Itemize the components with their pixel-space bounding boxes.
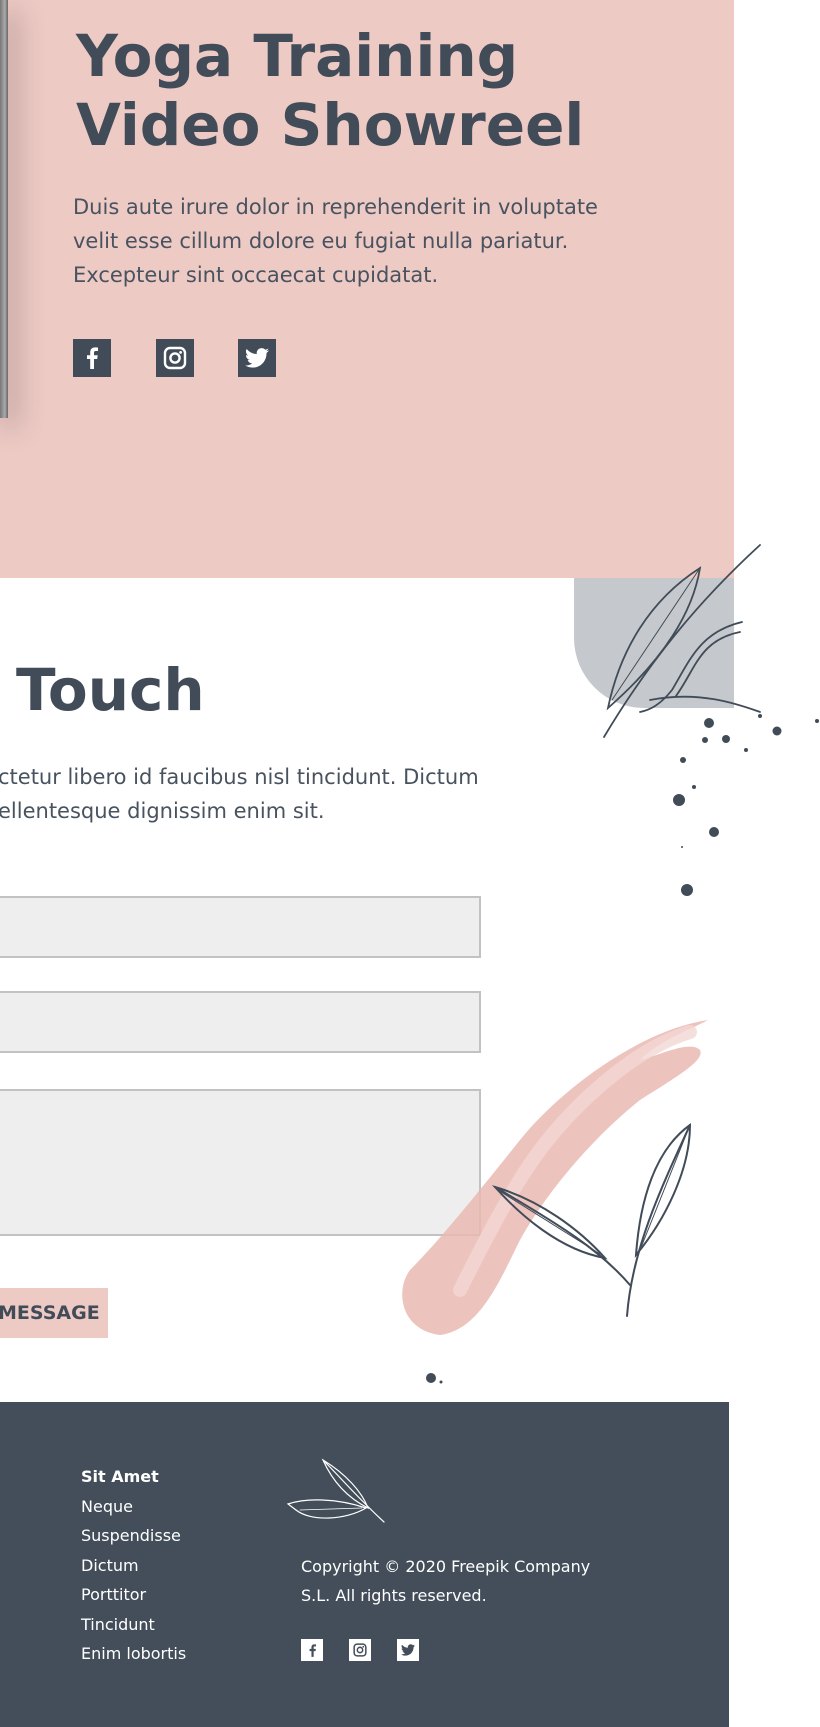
facebook-icon (309, 1643, 316, 1657)
footer-instagram-link[interactable] (349, 1639, 371, 1661)
instagram-link[interactable] (156, 339, 194, 377)
footer-heading: Sit Amet (81, 1467, 159, 1486)
instagram-icon (163, 346, 187, 370)
instagram-icon (353, 1643, 367, 1657)
twitter-link[interactable] (238, 339, 276, 377)
copyright-text: Copyright © 2020 Freepik Company S.L. Al… (301, 1557, 591, 1605)
footer-link[interactable]: Porttitor (81, 1580, 186, 1610)
footer-link[interactable]: Tincidunt (81, 1610, 186, 1640)
footer-link[interactable]: Dictum (81, 1551, 186, 1581)
facebook-link[interactable] (73, 339, 111, 377)
facebook-icon (87, 347, 98, 369)
footer-link[interactable]: Enim lobortis (81, 1639, 186, 1669)
contact-title: Touch (16, 656, 205, 724)
twitter-icon (401, 1644, 415, 1656)
footer-twitter-link[interactable] (397, 1639, 419, 1661)
email-field[interactable] (0, 991, 481, 1053)
hero-section: Yoga Training Video Showreel Duis aute i… (0, 0, 734, 578)
message-field[interactable] (0, 1089, 481, 1236)
video-thumbnail[interactable] (0, 0, 8, 418)
twitter-icon (245, 348, 269, 368)
decorative-blob (574, 578, 734, 708)
footer-link[interactable]: Neque (81, 1492, 186, 1522)
contact-description: ctetur libero id faucibus nisl tincidunt… (0, 765, 479, 823)
footer-facebook-link[interactable] (301, 1639, 323, 1661)
footer: Sit Amet Neque Suspendisse Dictum Portti… (0, 1402, 729, 1727)
leaf-logo-icon (286, 1458, 385, 1523)
footer-links: Sit Amet Neque Suspendisse Dictum Portti… (81, 1462, 186, 1669)
name-field[interactable] (0, 896, 481, 958)
footer-link[interactable]: Suspendisse (81, 1521, 186, 1551)
send-message-button[interactable]: MESSAGE (0, 1288, 108, 1338)
hero-description: Duis aute irure dolor in reprehenderit i… (73, 195, 598, 287)
hero-title: Yoga Training Video Showreel (76, 22, 585, 159)
